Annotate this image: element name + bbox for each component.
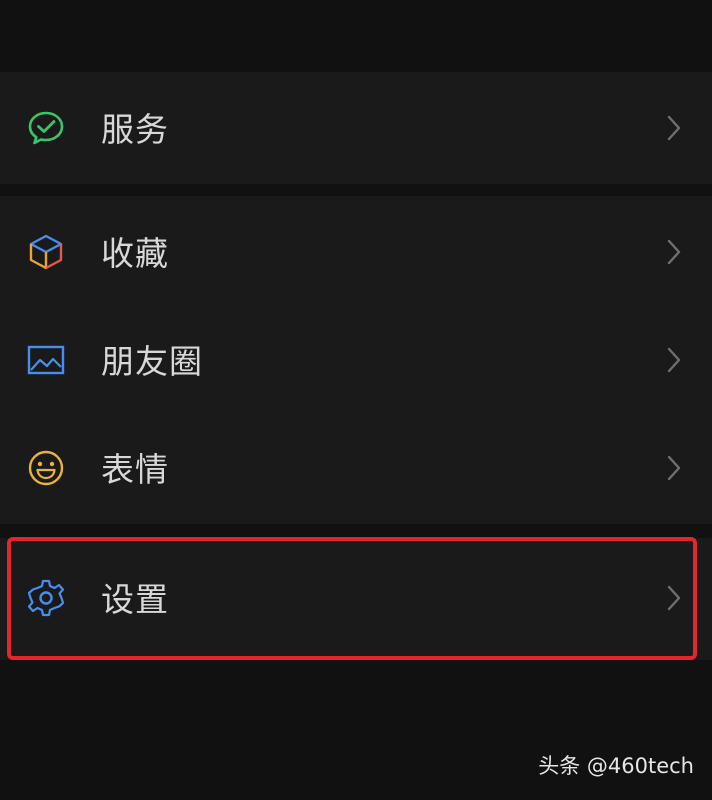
menu-item-stickers[interactable]: 表情	[0, 414, 712, 522]
watermark-text: 头条 @460tech	[538, 754, 694, 778]
menu-item-favorites[interactable]: 收藏	[0, 198, 712, 306]
menu-item-moments[interactable]: 朋友圈	[0, 306, 712, 414]
menu-group-services: 服务	[0, 72, 712, 184]
wechat-pay-check-icon	[26, 108, 66, 148]
menu-item-label: 表情	[101, 450, 169, 490]
chevron-right-icon	[664, 453, 684, 483]
top-spacer	[0, 0, 712, 70]
menu-group-main: 收藏 朋友圈 表情	[0, 196, 712, 524]
gear-icon	[26, 578, 66, 618]
chevron-right-icon	[664, 237, 684, 267]
menu-item-services[interactable]: 服务	[0, 74, 712, 182]
chevron-right-icon	[664, 345, 684, 375]
menu-item-label: 朋友圈	[101, 342, 203, 382]
smiley-face-icon	[26, 448, 66, 488]
chevron-right-icon	[664, 583, 684, 613]
chevron-right-icon	[664, 113, 684, 143]
menu-group-settings: 设置	[0, 538, 712, 660]
menu-item-label: 设置	[101, 580, 169, 620]
menu-item-settings[interactable]: 设置	[0, 544, 712, 652]
cube-icon	[26, 232, 66, 272]
menu-item-label: 服务	[101, 110, 169, 150]
image-landscape-icon	[26, 340, 66, 380]
menu-item-label: 收藏	[101, 234, 169, 274]
